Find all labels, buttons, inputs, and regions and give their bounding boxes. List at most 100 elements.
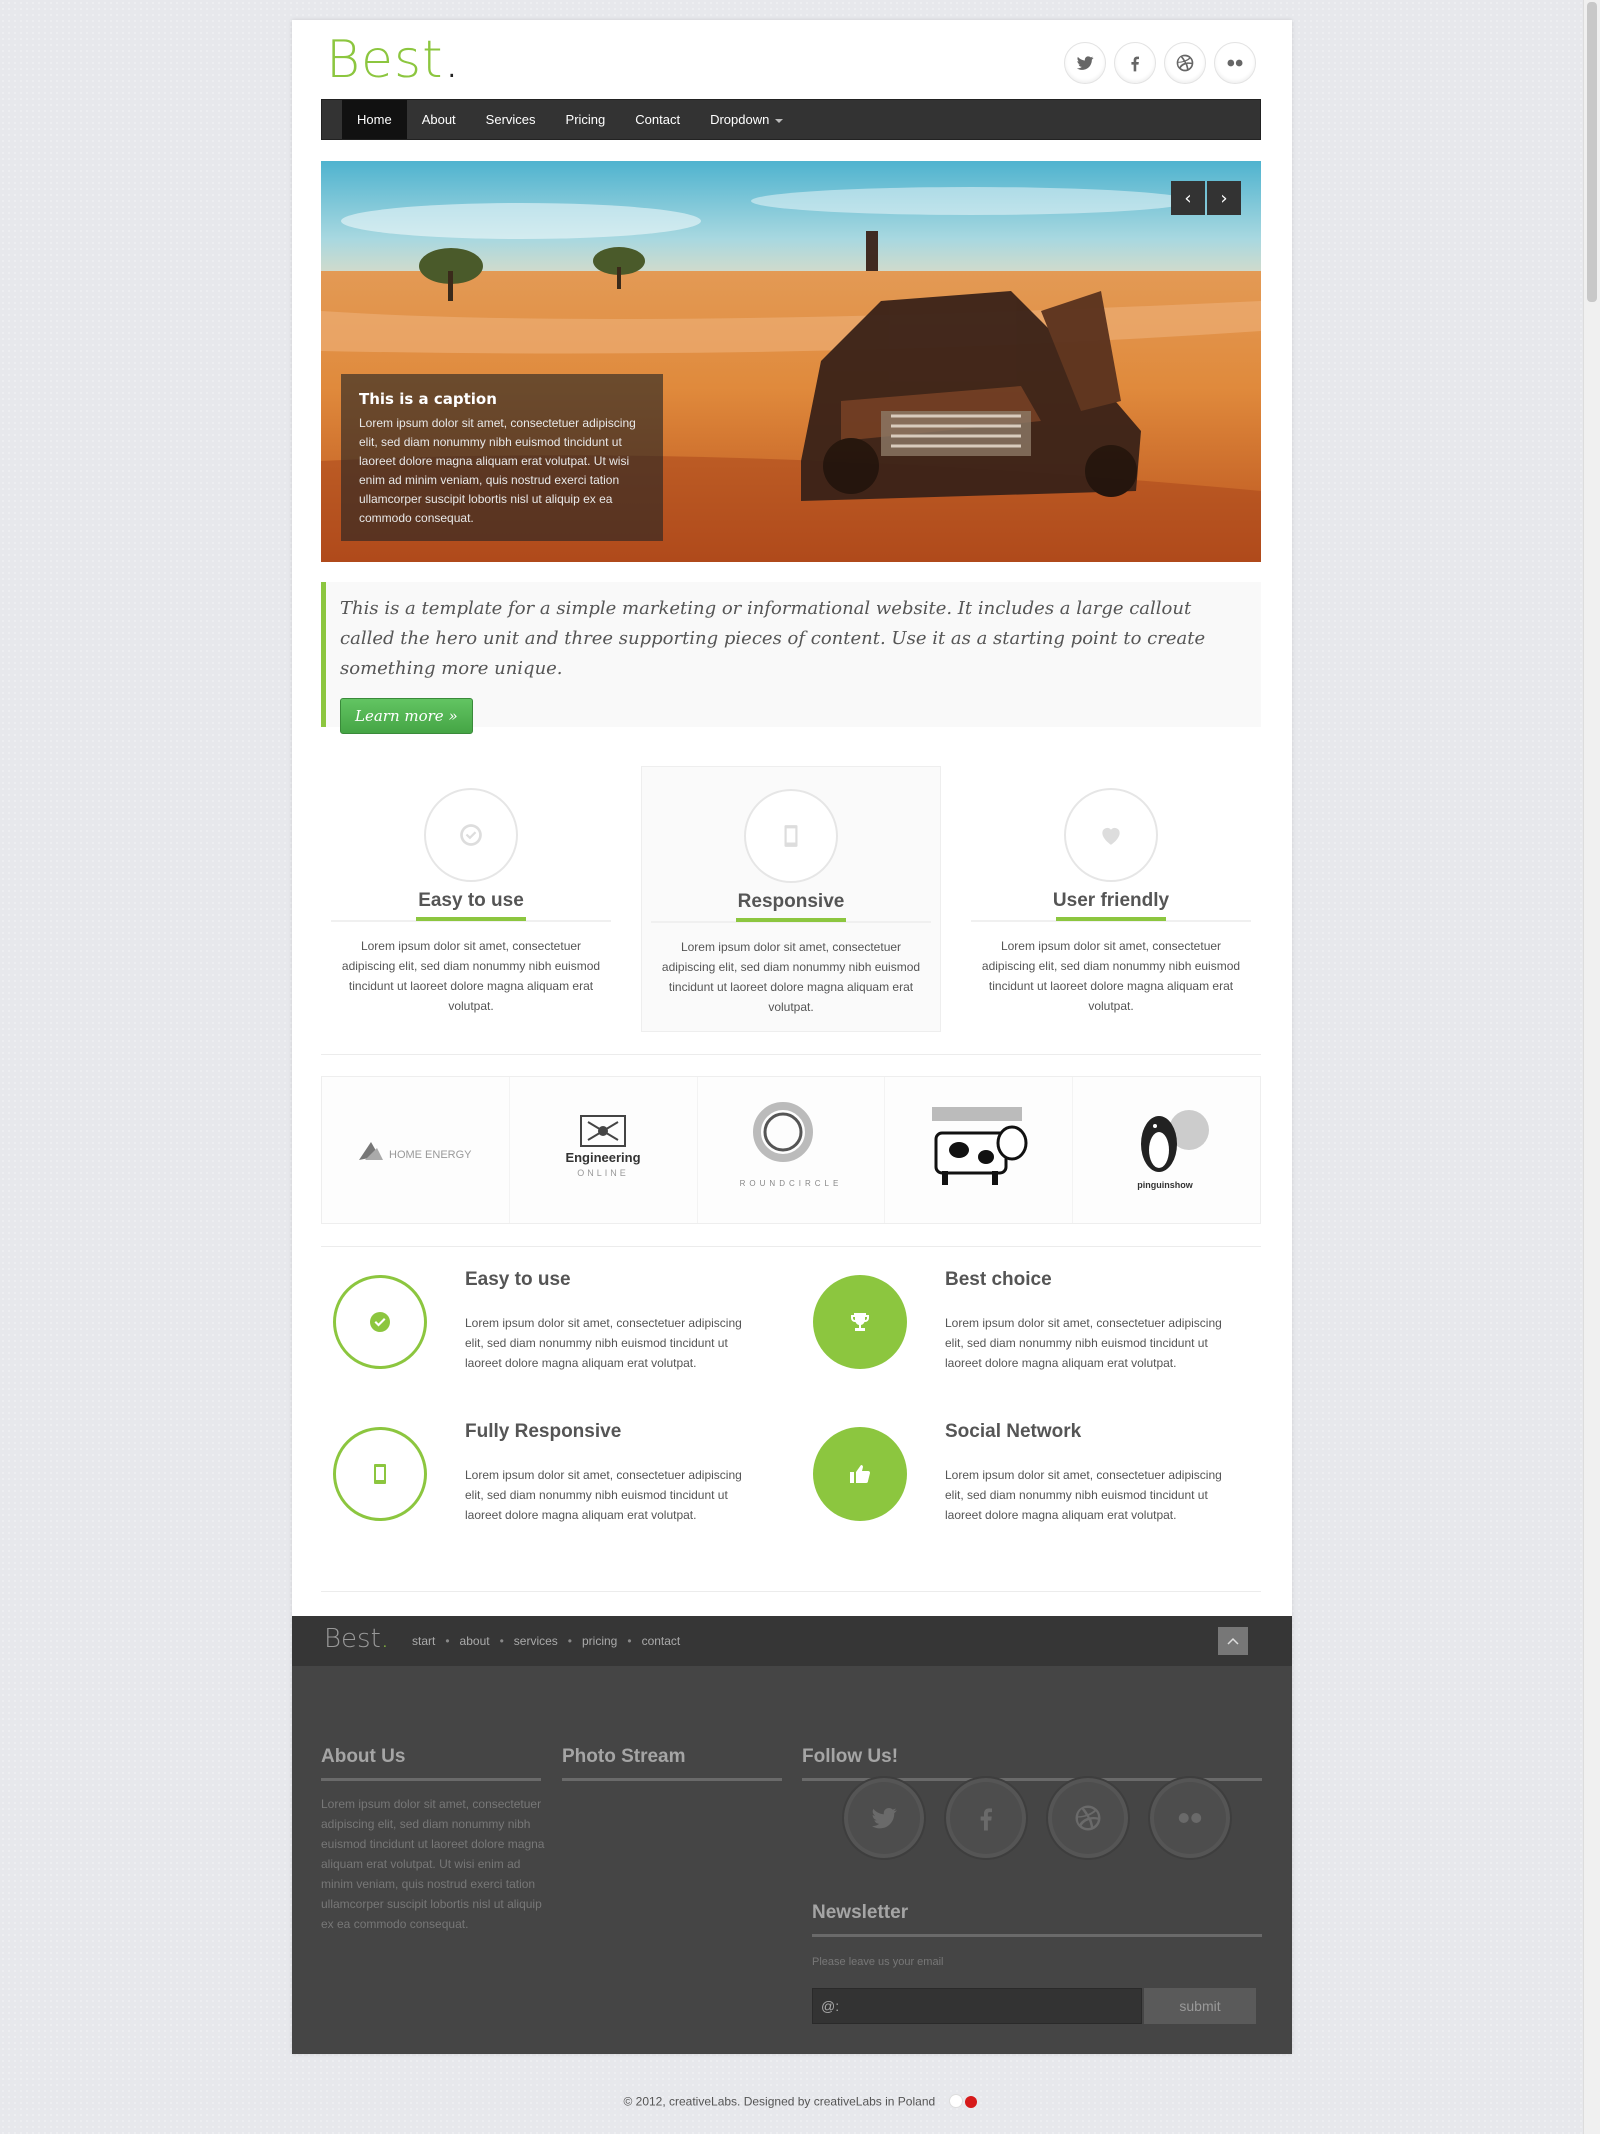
footer-nav-about[interactable]: about bbox=[450, 1634, 500, 1648]
service-title: Social Network bbox=[945, 1421, 1082, 1442]
heading-rule bbox=[812, 1934, 1262, 1937]
footer-nav-start[interactable]: start bbox=[402, 1634, 445, 1648]
footer-nav: start • about • services • pricing • contact bbox=[402, 1634, 690, 1648]
main-nav: Home About Services Pricing Contact Drop… bbox=[321, 99, 1261, 140]
back-to-top-button[interactable] bbox=[1218, 1627, 1248, 1655]
carousel-prev-button[interactable]: ‹ bbox=[1171, 181, 1205, 215]
feature-underline bbox=[331, 917, 611, 922]
client-logo-engineering[interactable]: Engineering ONLINE bbox=[510, 1077, 698, 1223]
client-logo-roundcircle[interactable]: ROUNDCIRCLE bbox=[698, 1077, 886, 1223]
flickr-icon[interactable] bbox=[1214, 42, 1256, 84]
svg-text:pinguinshow: pinguinshow bbox=[1137, 1180, 1193, 1190]
mobile-icon bbox=[744, 789, 838, 883]
svg-text:HOME ENERGY: HOME ENERGY bbox=[389, 1149, 472, 1161]
facebook-icon[interactable] bbox=[944, 1776, 1028, 1860]
svg-text:ROUNDCIRCLE: ROUNDCIRCLE bbox=[740, 1179, 843, 1188]
caption-text: Lorem ipsum dolor sit amet, consectetuer… bbox=[359, 416, 636, 525]
scrollbar[interactable] bbox=[1583, 0, 1600, 2134]
feature-text: Lorem ipsum dolor sit amet, consectetuer… bbox=[661, 940, 921, 1014]
heart-icon bbox=[1064, 788, 1158, 882]
nav-item-about[interactable]: About bbox=[407, 100, 471, 139]
follow-us-heading: Follow Us! bbox=[802, 1746, 899, 1767]
footer: About Us Lorem ipsum dolor sit amet, con… bbox=[292, 1666, 1292, 2054]
feature-underline bbox=[651, 918, 931, 923]
twitter-icon[interactable] bbox=[1064, 42, 1106, 84]
service-text: Lorem ipsum dolor sit amet, consectetuer… bbox=[945, 1316, 1222, 1370]
footer-nav-pricing[interactable]: pricing bbox=[572, 1634, 627, 1648]
dribbble-icon[interactable] bbox=[1164, 42, 1206, 84]
scrollbar-thumb[interactable] bbox=[1587, 2, 1597, 302]
footer-nav-contact[interactable]: contact bbox=[632, 1634, 691, 1648]
heading-rule bbox=[562, 1778, 782, 1781]
trophy-icon bbox=[813, 1275, 907, 1369]
facebook-icon[interactable] bbox=[1114, 42, 1156, 84]
service-social-network: Social Network Lorem ipsum dolor sit ame… bbox=[801, 1421, 1241, 1547]
about-us-heading: About Us bbox=[321, 1746, 406, 1767]
service-title: Best choice bbox=[945, 1269, 1052, 1290]
flag-icon bbox=[947, 2094, 977, 2111]
dribbble-icon[interactable] bbox=[1046, 1776, 1130, 1860]
mobile-icon bbox=[333, 1427, 427, 1521]
footer-bar: Best. start • about • services • pricing • c… bbox=[292, 1616, 1292, 1666]
client-logo-cow[interactable] bbox=[885, 1077, 1074, 1223]
feature-title: Responsive bbox=[737, 891, 845, 912]
service-text: Lorem ipsum dolor sit amet, consectetuer… bbox=[945, 1468, 1222, 1522]
hero-callout: This is a template for a simple marketin… bbox=[321, 582, 1261, 734]
client-logo-pinguinshow[interactable]: pinguinshow bbox=[1073, 1077, 1260, 1223]
twitter-icon[interactable] bbox=[842, 1776, 926, 1860]
dropdown-label: Dropdown bbox=[710, 112, 770, 127]
flickr-icon[interactable] bbox=[1148, 1776, 1232, 1860]
divider bbox=[321, 1591, 1261, 1592]
email-field[interactable]: @: bbox=[812, 1988, 1142, 2024]
service-fully-responsive: Fully Responsive Lorem ipsum dolor sit a… bbox=[321, 1421, 761, 1547]
divider bbox=[321, 1246, 1261, 1247]
client-logos: HOME ENERGY Engineering ONLINE ROUNDCIRCL… bbox=[321, 1076, 1261, 1224]
features-row: Easy to use Lorem ipsum dolor sit amet, … bbox=[321, 766, 1261, 1032]
nav-item-pricing[interactable]: Pricing bbox=[551, 100, 621, 139]
hero-carousel: ‹ › This is a caption Lorem ipsum dolor … bbox=[321, 161, 1261, 562]
newsletter-hint: Please leave us your email bbox=[812, 1956, 944, 1968]
page-container: Best. Home About Services Pricing Contac… bbox=[292, 20, 1292, 2054]
feature-title: Easy to use bbox=[418, 890, 524, 911]
chevron-up-icon bbox=[1227, 1637, 1239, 1645]
caption-title: This is a caption bbox=[359, 390, 497, 408]
footer-social bbox=[842, 1776, 1232, 1860]
feature-text: Lorem ipsum dolor sit amet, consectetuer… bbox=[341, 939, 601, 1013]
footer-nav-services[interactable]: services bbox=[504, 1634, 568, 1648]
nav-item-services[interactable]: Services bbox=[471, 100, 551, 139]
footer-logo[interactable]: Best. bbox=[324, 1624, 389, 1654]
thumbs-up-icon bbox=[813, 1427, 907, 1521]
check-circle-icon bbox=[424, 788, 518, 882]
svg-text:Engineering: Engineering bbox=[566, 1150, 641, 1165]
nav-item-dropdown[interactable]: Dropdown bbox=[695, 100, 798, 139]
heading-rule bbox=[321, 1778, 541, 1781]
feature-easy-to-use: Easy to use Lorem ipsum dolor sit amet, … bbox=[321, 766, 621, 1032]
carousel-next-button[interactable]: › bbox=[1207, 181, 1241, 215]
about-us-text: Lorem ipsum dolor sit amet, consectetuer… bbox=[321, 1797, 545, 1931]
service-easy-to-use: Easy to use Lorem ipsum dolor sit amet, … bbox=[321, 1269, 761, 1395]
feature-user-friendly: User friendly Lorem ipsum dolor sit amet… bbox=[961, 766, 1261, 1032]
check-icon bbox=[333, 1275, 427, 1369]
newsletter-heading: Newsletter bbox=[812, 1902, 909, 1923]
service-best-choice: Best choice Lorem ipsum dolor sit amet, … bbox=[801, 1269, 1241, 1395]
callout-text: This is a template for a simple marketin… bbox=[340, 598, 1206, 679]
service-text: Lorem ipsum dolor sit amet, consectetuer… bbox=[465, 1316, 742, 1370]
photo-stream-heading: Photo Stream bbox=[562, 1746, 686, 1767]
nav-item-contact[interactable]: Contact bbox=[620, 100, 695, 139]
logo[interactable]: Best. bbox=[326, 30, 461, 90]
service-text: Lorem ipsum dolor sit amet, consectetuer… bbox=[465, 1468, 742, 1522]
learn-more-button[interactable]: Learn more » bbox=[340, 698, 473, 734]
feature-underline bbox=[971, 917, 1251, 922]
copyright-text: © 2012, creativeLabs. Designed by creati… bbox=[623, 2094, 936, 2109]
svg-text:ONLINE: ONLINE bbox=[577, 1168, 629, 1178]
feature-text: Lorem ipsum dolor sit amet, consectetuer… bbox=[981, 939, 1241, 1013]
caret-down-icon bbox=[775, 118, 784, 123]
copyright: © 2012, creativeLabs. Designed by creati… bbox=[0, 2094, 1600, 2111]
header-social bbox=[1064, 42, 1256, 84]
service-title: Fully Responsive bbox=[465, 1421, 622, 1442]
feature-title: User friendly bbox=[1052, 890, 1170, 911]
submit-button[interactable]: submit bbox=[1144, 1988, 1256, 2024]
feature-responsive: Responsive Lorem ipsum dolor sit amet, c… bbox=[641, 766, 941, 1032]
nav-item-home[interactable]: Home bbox=[342, 100, 407, 139]
client-logo-home-energy[interactable]: HOME ENERGY bbox=[322, 1077, 510, 1223]
